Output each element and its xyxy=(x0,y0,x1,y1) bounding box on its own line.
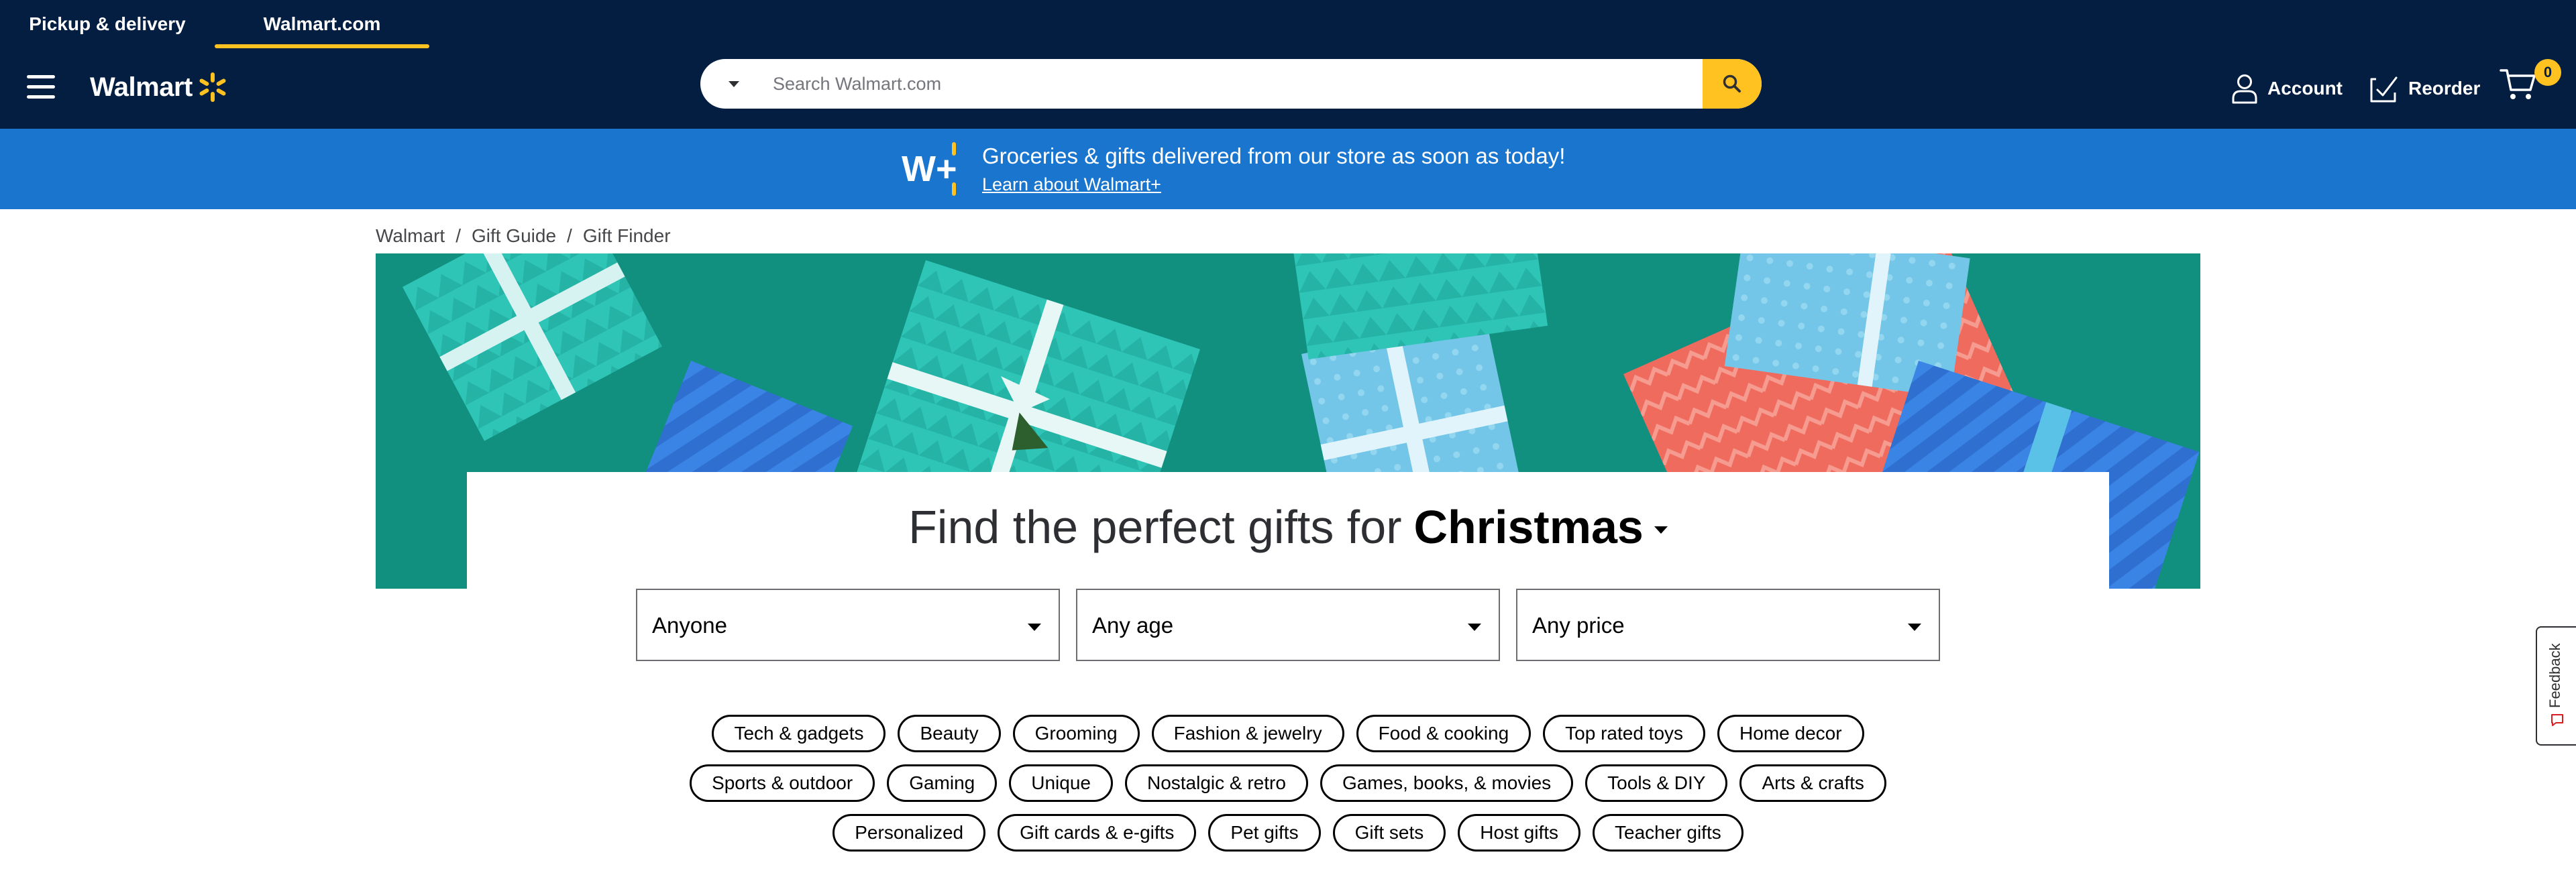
search-input[interactable] xyxy=(773,59,1658,109)
chevron-down-icon xyxy=(729,80,739,87)
user-icon xyxy=(2232,74,2257,104)
spark-icon xyxy=(199,72,226,102)
chip-arts-crafts[interactable]: Arts & crafts xyxy=(1739,764,1886,802)
chat-bubble-icon xyxy=(2551,714,2563,726)
breadcrumb-gift-guide[interactable]: Gift Guide xyxy=(472,225,556,247)
chip-personalized[interactable]: Personalized xyxy=(833,814,986,852)
chip-unique[interactable]: Unique xyxy=(1009,764,1113,802)
cart-icon xyxy=(2500,69,2536,99)
walmart-plus-logo: W+ xyxy=(902,142,957,196)
chevron-down-icon xyxy=(1654,526,1668,534)
walmart-logo[interactable]: Walmart xyxy=(90,67,229,107)
chip-home-decor[interactable]: Home decor xyxy=(1717,715,1864,752)
chip-row: Tech & gadgets Beauty Grooming Fashion &… xyxy=(0,715,2576,752)
chip-games-books-movies[interactable]: Games, books, & movies xyxy=(1320,764,1574,802)
chevron-down-icon xyxy=(1468,624,1481,631)
breadcrumb-separator: / xyxy=(567,225,572,246)
search-icon xyxy=(1723,74,1741,93)
recipient-select-value: Anyone xyxy=(652,613,727,638)
recipient-select[interactable]: Anyone xyxy=(636,589,1060,661)
search-bar xyxy=(700,59,1762,109)
age-select[interactable]: Any age xyxy=(1076,589,1500,661)
chip-gift-cards[interactable]: Gift cards & e-gifts xyxy=(998,814,1197,852)
feedback-label: Feedback xyxy=(2546,643,2563,708)
breadcrumb-walmart[interactable]: Walmart xyxy=(376,225,445,247)
finder-title-prefix: Find the perfect gifts for xyxy=(908,501,1402,553)
tab-pickup-delivery[interactable]: Pickup & delivery xyxy=(0,0,215,48)
breadcrumb-gift-finder[interactable]: Gift Finder xyxy=(583,225,671,247)
feedback-tab[interactable]: Feedback xyxy=(2536,626,2576,746)
cart-count-badge: 0 xyxy=(2534,59,2561,86)
chip-gaming[interactable]: Gaming xyxy=(887,764,998,802)
gift-filters: Anyone Any age Any price xyxy=(636,589,1940,661)
reorder-icon xyxy=(2370,76,2398,103)
chevron-down-icon xyxy=(1908,624,1921,631)
age-select-value: Any age xyxy=(1092,613,1174,638)
chip-nostalgic-retro[interactable]: Nostalgic & retro xyxy=(1124,764,1308,802)
chip-row: Personalized Gift cards & e-gifts Pet gi… xyxy=(0,814,2576,852)
reorder-button[interactable]: Reorder xyxy=(2369,70,2480,107)
walmart-plus-learn-link[interactable]: Learn about Walmart+ xyxy=(982,174,1161,195)
cart-button[interactable]: 0 xyxy=(2500,59,2561,110)
wplus-logo-text: W+ xyxy=(902,149,957,189)
logo-text: Walmart xyxy=(90,72,193,102)
search-button[interactable] xyxy=(1703,59,1762,109)
chip-gift-sets[interactable]: Gift sets xyxy=(1332,814,1446,852)
global-header: Pickup & delivery Walmart.com Walmart Se… xyxy=(0,0,2576,129)
fulfillment-tabs: Pickup & delivery Walmart.com xyxy=(0,0,429,48)
chip-teacher-gifts[interactable]: Teacher gifts xyxy=(1593,814,1743,852)
chip-host-gifts[interactable]: Host gifts xyxy=(1458,814,1580,852)
chip-tools-diy[interactable]: Tools & DIY xyxy=(1585,764,1728,802)
occasion-dropdown[interactable]: Christmas xyxy=(1414,500,1668,554)
chip-food-cooking[interactable]: Food & cooking xyxy=(1356,715,1532,752)
chip-pet-gifts[interactable]: Pet gifts xyxy=(1208,814,1321,852)
walmart-plus-banner xyxy=(0,129,2576,209)
account-label: Account xyxy=(2267,78,2343,99)
chip-sports-outdoor[interactable]: Sports & outdoor xyxy=(690,764,875,802)
breadcrumb-separator: / xyxy=(455,225,461,246)
occasion-label: Christmas xyxy=(1413,501,1644,553)
account-button[interactable]: Account xyxy=(2231,70,2343,107)
breadcrumb: Walmart / Gift Guide / Gift Finder xyxy=(376,225,671,247)
chip-top-rated-toys[interactable]: Top rated toys xyxy=(1543,715,1706,752)
reorder-label: Reorder xyxy=(2408,78,2481,99)
department-dropdown[interactable] xyxy=(700,59,767,109)
chip-beauty[interactable]: Beauty xyxy=(898,715,1001,752)
gift-finder-title: Find the perfect gifts for Christmas xyxy=(467,500,2109,554)
chip-fashion-jewelry[interactable]: Fashion & jewelry xyxy=(1151,715,1344,752)
tab-walmart-com[interactable]: Walmart.com xyxy=(215,0,429,48)
gift-category-chips: Tech & gadgets Beauty Grooming Fashion &… xyxy=(0,715,2576,864)
chevron-down-icon xyxy=(1028,624,1041,631)
chip-row: Sports & outdoor Gaming Unique Nostalgic… xyxy=(0,764,2576,802)
chip-tech-gadgets[interactable]: Tech & gadgets xyxy=(712,715,886,752)
menu-icon[interactable] xyxy=(27,75,55,99)
chip-grooming[interactable]: Grooming xyxy=(1012,715,1140,752)
walmart-plus-message: Groceries & gifts delivered from our sto… xyxy=(982,143,1566,168)
price-select[interactable]: Any price xyxy=(1516,589,1940,661)
price-select-value: Any price xyxy=(1532,613,1625,638)
